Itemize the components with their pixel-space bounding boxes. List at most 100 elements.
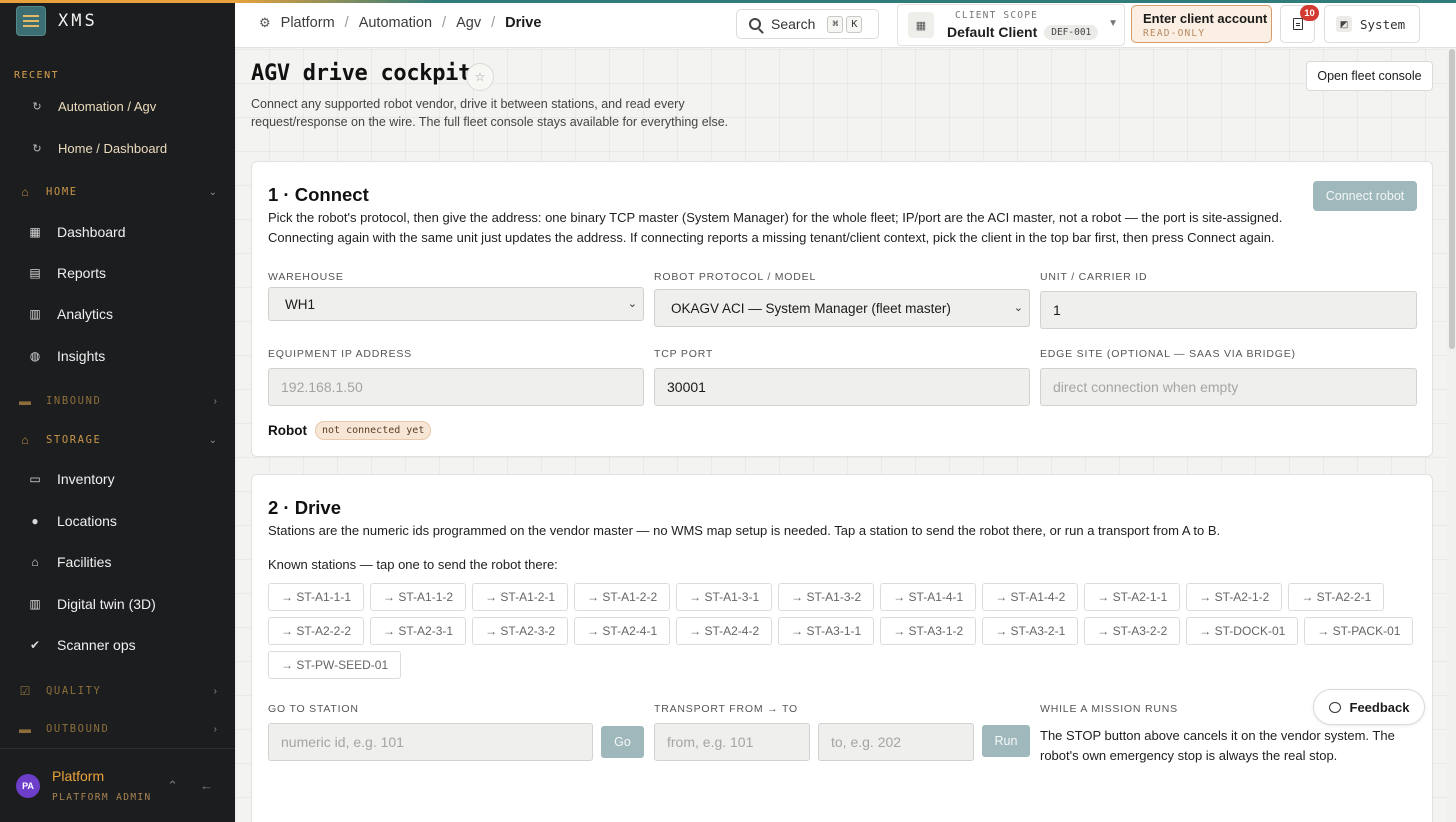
tcp-port-input[interactable]: 30001	[654, 368, 1030, 406]
station-button[interactable]: → ST-A1-4-2	[982, 583, 1079, 611]
chevron-right-icon: ›	[213, 395, 217, 407]
breadcrumb-agv[interactable]: Agv	[456, 15, 481, 31]
port-label: TCP PORT	[654, 348, 714, 360]
station-button[interactable]: → ST-A1-2-1	[472, 583, 569, 611]
group-home[interactable]: ⌂ HOME ⌄	[0, 179, 235, 205]
recent-item-home-dashboard[interactable]: ↻ Home / Dashboard	[0, 131, 235, 165]
sidebar-item-digital-twin[interactable]: ▥ Digital twin (3D)	[0, 587, 235, 621]
box-icon: ▭	[29, 472, 41, 486]
group-label: HOME	[46, 186, 78, 198]
station-button[interactable]: → ST-A3-2-2	[1084, 617, 1181, 645]
scrollbar-thumb[interactable]	[1449, 49, 1455, 349]
connect-card: 1 · Connect Connect robot Pick the robot…	[251, 161, 1433, 457]
station-button[interactable]: → ST-PW-SEED-01	[268, 651, 402, 679]
chevron-down-icon: ⌄	[208, 434, 217, 446]
theme-label: System	[1360, 16, 1406, 32]
building-icon: ▦	[908, 12, 934, 38]
station-button[interactable]: → ST-A1-4-1	[880, 583, 977, 611]
theme-system-button[interactable]: ◩ System	[1324, 5, 1420, 43]
unit-input[interactable]: 1	[1040, 291, 1417, 329]
search-button[interactable]: Search ⌘ K	[736, 9, 879, 39]
station-button[interactable]: → ST-A3-2-1	[982, 617, 1079, 645]
station-button[interactable]: → ST-A2-1-2	[1186, 583, 1283, 611]
protocol-select[interactable]: OKAGV ACI — System Manager (fleet master…	[654, 289, 1030, 327]
station-button[interactable]: → ST-DOCK-01	[1186, 617, 1299, 645]
station-button[interactable]: → ST-A2-4-2	[676, 617, 773, 645]
station-button[interactable]: → ST-PACK-01	[1304, 617, 1414, 645]
scrollbar[interactable]	[1447, 49, 1456, 822]
run-button[interactable]: Run	[982, 725, 1030, 757]
sidebar-item-scanner-ops[interactable]: ✔ Scanner ops	[0, 628, 235, 662]
sidebar-item-insights[interactable]: ◍ Insights	[0, 339, 235, 373]
collapse-sidebar-icon[interactable]: ←	[200, 778, 213, 793]
edge-site-input[interactable]: direct connection when empty	[1040, 368, 1417, 406]
sidebar-item-locations[interactable]: ● Locations	[0, 504, 235, 538]
sidebar-item-dashboard[interactable]: ▦ Dashboard	[0, 215, 235, 249]
status-badge: not connected yet	[314, 421, 432, 440]
truck-icon: ▬	[19, 394, 31, 408]
ip-label: EQUIPMENT IP ADDRESS	[268, 348, 412, 360]
connect-robot-button[interactable]: Connect robot	[1313, 181, 1417, 211]
station-button[interactable]: → ST-A3-1-1	[778, 617, 875, 645]
station-button[interactable]: → ST-A2-1-1	[1084, 583, 1181, 611]
enter-client-label: Enter client account	[1143, 11, 1268, 26]
feedback-button[interactable]: Feedback	[1313, 689, 1425, 725]
breadcrumb-platform[interactable]: Platform	[281, 15, 335, 31]
transport-to-input[interactable]: to, e.g. 202	[818, 723, 974, 761]
group-label: OUTBOUND	[46, 723, 110, 735]
station-button[interactable]: → ST-A3-1-2	[880, 617, 977, 645]
sidebar-item-analytics[interactable]: ▥ Analytics	[0, 297, 235, 331]
history-icon: ↻	[32, 100, 42, 113]
station-button[interactable]: → ST-A2-2-2	[268, 617, 365, 645]
station-button[interactable]: → ST-A1-3-2	[778, 583, 875, 611]
home-icon: ⌂	[21, 185, 29, 199]
station-button[interactable]: → ST-A2-3-2	[472, 617, 569, 645]
edge-site-label: EDGE SITE (OPTIONAL — SAAS VIA BRIDGE)	[1040, 348, 1296, 360]
recent-label: RECENT	[14, 70, 60, 81]
avatar[interactable]: PA	[16, 773, 40, 798]
pin-icon: ●	[31, 514, 39, 528]
favorite-star-icon[interactable]: ☆	[466, 63, 494, 91]
station-button[interactable]: → ST-A1-1-2	[370, 583, 467, 611]
group-quality[interactable]: ☑ QUALITY ›	[0, 678, 235, 704]
enter-client-account-button[interactable]: Enter client account READ-ONLY	[1131, 5, 1272, 43]
chevron-right-icon: ›	[213, 685, 217, 697]
warehouse-select[interactable]: WH1 ⌄	[268, 287, 644, 321]
go-button[interactable]: Go	[601, 726, 644, 758]
station-button[interactable]: → ST-A1-2-2	[574, 583, 671, 611]
client-scope-select[interactable]: ▦ CLIENT SCOPE Default Client DEF-001 ▼	[897, 4, 1125, 46]
brand[interactable]: XMS	[16, 5, 98, 37]
connect-description: Pick the robot's protocol, then give the…	[268, 210, 1283, 245]
station-button[interactable]: → ST-A2-3-1	[370, 617, 467, 645]
gear-icon: ⚙	[259, 15, 271, 30]
client-scope-value: Default Client	[947, 24, 1038, 40]
user-block[interactable]: Platform PLATFORM ADMIN	[52, 768, 167, 803]
sidebar-item-reports[interactable]: ▤ Reports	[0, 256, 235, 290]
unit-label: UNIT / CARRIER ID	[1040, 271, 1148, 283]
group-storage[interactable]: ⌂ STORAGE ⌄	[0, 427, 235, 453]
chevron-up-icon[interactable]: ⌃	[167, 778, 178, 794]
menu-logo-icon[interactable]	[16, 6, 46, 36]
ip-address-input[interactable]: 192.168.1.50	[268, 368, 644, 406]
open-fleet-console-button[interactable]: Open fleet console	[1306, 61, 1433, 91]
sidebar-item-label: Digital twin (3D)	[57, 596, 156, 612]
group-outbound[interactable]: ▬ OUTBOUND ›	[0, 716, 235, 742]
mission-text: The STOP button above cancels it on the …	[1040, 728, 1395, 763]
station-button[interactable]: → ST-A2-4-1	[574, 617, 671, 645]
main-content: AGV drive cockpit ☆ Connect any supporte…	[235, 49, 1447, 822]
checkbox-icon: ☑	[19, 684, 31, 698]
goto-station-input[interactable]: numeric id, e.g. 101	[268, 723, 593, 761]
group-inbound[interactable]: ▬ INBOUND ›	[0, 388, 235, 414]
recent-item-automation-agv[interactable]: ↻ Automation / Agv	[0, 89, 235, 123]
sidebar-item-inventory[interactable]: ▭ Inventory	[0, 462, 235, 496]
transport-from-input[interactable]: from, e.g. 101	[654, 723, 810, 761]
shortcut-key-k: K	[846, 15, 863, 33]
breadcrumb-automation[interactable]: Automation	[359, 15, 432, 31]
station-button[interactable]: → ST-A1-3-1	[676, 583, 773, 611]
drive-title: 2 · Drive	[268, 497, 342, 518]
station-button[interactable]: → ST-A1-1-1	[268, 583, 365, 611]
group-label: INBOUND	[46, 395, 102, 407]
station-button[interactable]: → ST-A2-2-1	[1288, 583, 1385, 611]
brand-name: XMS	[58, 11, 98, 31]
sidebar-item-facilities[interactable]: ⌂ Facilities	[0, 545, 235, 579]
